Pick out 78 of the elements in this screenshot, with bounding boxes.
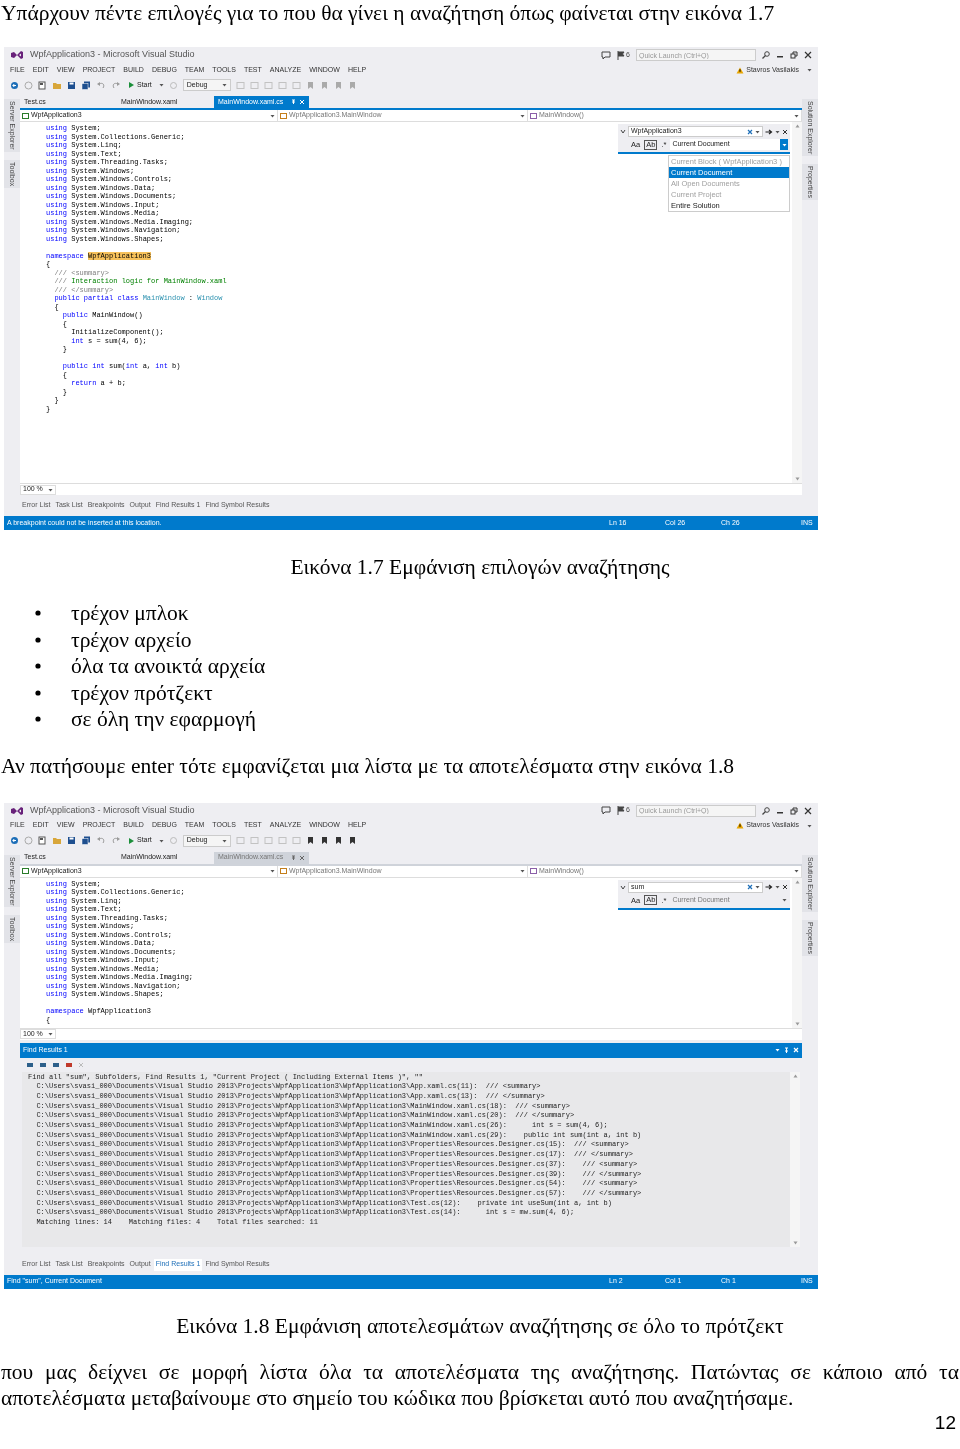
- flag-icon[interactable]: [617, 50, 626, 60]
- list-item: σε όλη την εφαρμογή: [71, 706, 257, 733]
- list-item: όλα τα ανοικτά αρχεία: [71, 653, 266, 680]
- bullet-icon: [35, 716, 41, 723]
- clear-icon[interactable]: [747, 884, 753, 890]
- caret-icon[interactable]: [781, 898, 787, 903]
- vs-logo-icon: [10, 804, 24, 817]
- caret-icon[interactable]: [775, 885, 780, 889]
- save-all-icon[interactable]: [81, 80, 91, 90]
- caret-icon[interactable]: [270, 869, 275, 873]
- search-icon[interactable]: [762, 51, 770, 59]
- speech-bubble-icon[interactable]: [601, 806, 612, 815]
- close-icon[interactable]: [804, 51, 812, 59]
- speech-bubble-icon[interactable]: [601, 50, 612, 60]
- play-icon: [128, 836, 135, 845]
- caret-icon[interactable]: [775, 1048, 780, 1052]
- vs-logo-icon: [10, 49, 24, 61]
- bullet-icon: [35, 663, 41, 670]
- scroll-up-icon[interactable]: [792, 1073, 798, 1078]
- figure-caption: Εικόνα 1.8 Εμφάνιση αποτελεσμάτων αναζήτησης σε όλο το πρότζεκτ: [175, 1312, 785, 1339]
- restore-icon[interactable]: [790, 51, 798, 59]
- caret-icon[interactable]: [755, 129, 760, 134]
- caret-icon[interactable]: [807, 68, 812, 72]
- save-all-icon[interactable]: [81, 836, 91, 845]
- caret-icon[interactable]: [794, 113, 799, 118]
- paragraph: που μας δείχνει σε μορφή λίστα όλα τα αποτελέσματα της αναζήτησης. Πατώντας σε κάποιο από τα αποτελέσματα μεταβαίνουμε στο σημείο του κώδικα που βρίσκεται αυτό που αναζητήσαμε.: [0, 1358, 960, 1411]
- scrollbar[interactable]: [790, 1071, 800, 1247]
- caret-icon[interactable]: [221, 838, 227, 843]
- caret-icon[interactable]: [755, 885, 760, 889]
- restore-icon[interactable]: [790, 806, 798, 815]
- window-title: WpfApplication3 - Microsoft Visual Studio: [30, 48, 195, 62]
- back-icon[interactable]: [10, 836, 19, 845]
- list-item: τρέχον αρχείο: [71, 626, 192, 653]
- close-icon[interactable]: [782, 128, 788, 135]
- close-icon[interactable]: [782, 884, 788, 890]
- save-icon[interactable]: [67, 836, 76, 845]
- bullet-icon: [35, 689, 41, 696]
- scroll-up-icon[interactable]: [794, 124, 800, 128]
- back-icon[interactable]: [10, 80, 19, 90]
- bookmark-icon[interactable]: [305, 836, 315, 845]
- play-icon: [128, 81, 135, 89]
- scrollbar[interactable]: [792, 122, 802, 483]
- caret-icon[interactable]: [794, 869, 799, 873]
- caret-icon[interactable]: [48, 1032, 53, 1036]
- warning-icon: [736, 822, 745, 829]
- expand-icon[interactable]: [620, 129, 626, 134]
- caret-icon[interactable]: [270, 113, 275, 118]
- clear-icon[interactable]: [747, 128, 753, 135]
- search-icon[interactable]: [762, 806, 770, 815]
- caret-icon[interactable]: [158, 838, 164, 843]
- bullet-icon: [35, 610, 41, 617]
- find-next-icon[interactable]: [765, 128, 773, 135]
- caret-icon[interactable]: [221, 83, 227, 87]
- figure-caption: Εικόνα 1.7 Εμφάνιση επιλογών αναζήτησης: [289, 554, 671, 580]
- save-icon[interactable]: [67, 80, 76, 90]
- caret-icon[interactable]: [158, 83, 164, 87]
- caret-icon[interactable]: [775, 129, 780, 134]
- caret-icon[interactable]: [48, 487, 53, 492]
- scrollbar[interactable]: [792, 877, 802, 1028]
- page-number: 12: [934, 1412, 956, 1433]
- pin-icon[interactable]: [291, 854, 296, 861]
- window-title: WpfApplication3 - Microsoft Visual Studio: [30, 803, 195, 817]
- caret-icon[interactable]: [781, 142, 787, 147]
- close-icon[interactable]: [804, 806, 812, 815]
- bullet-icon: [35, 636, 41, 643]
- list-item: τρέχον πρότζεκτ: [71, 679, 213, 706]
- scroll-down-icon[interactable]: [794, 477, 800, 481]
- caret-icon[interactable]: [520, 869, 525, 873]
- caret-icon[interactable]: [520, 113, 525, 118]
- expand-icon[interactable]: [620, 884, 626, 890]
- flag-icon[interactable]: [617, 806, 626, 815]
- caret-icon[interactable]: [807, 823, 812, 828]
- find-next-icon[interactable]: [765, 884, 773, 890]
- warning-icon: [736, 66, 745, 74]
- paragraph: Υπάρχουν πέντε επιλογές για το που θα γίνει η αναζήτηση όπως φαίνεται στην εικόνα 1.7: [0, 0, 776, 26]
- scroll-down-icon[interactable]: [792, 1240, 798, 1245]
- paragraph: Αν πατήσουμε enter τότε εμφανίζεται μια λίστα με τα αποτελέσματα στην εικόνα 1.8: [0, 752, 736, 779]
- list-item: τρέχον μπλοκ: [71, 600, 189, 627]
